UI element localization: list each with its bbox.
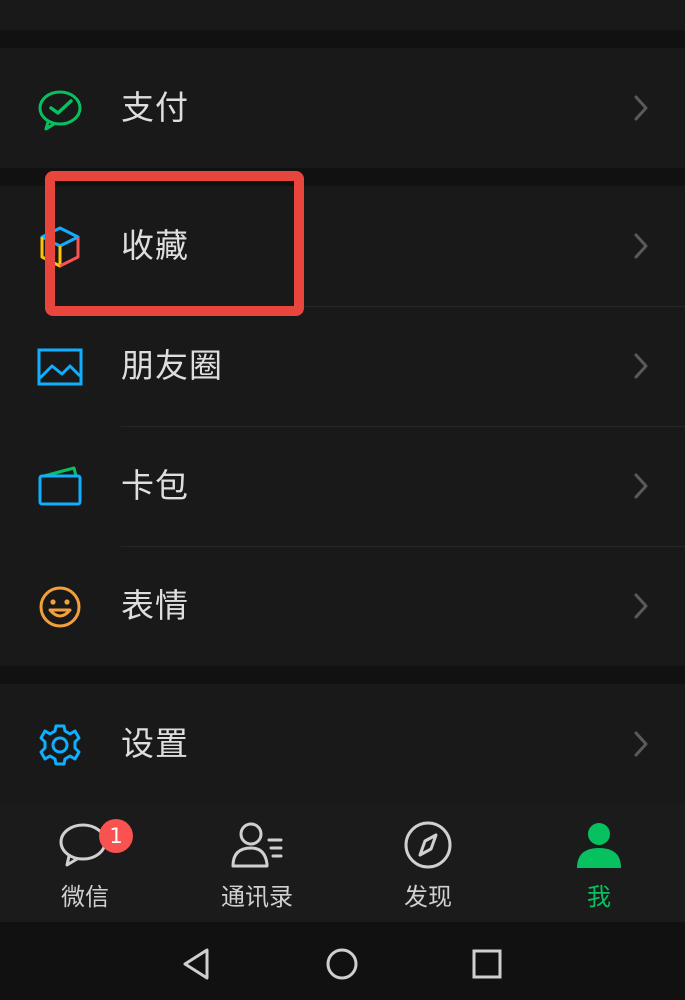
menu-item-label: 朋友圈 [121, 346, 223, 385]
card-wallet-icon [36, 464, 84, 510]
smiley-icon [36, 584, 84, 630]
unread-badge: 1 [99, 819, 133, 853]
tab-chats[interactable]: 1 微信 [15, 818, 155, 918]
compass-icon [400, 820, 456, 870]
chevron-right-icon [633, 232, 649, 260]
chevron-right-icon [633, 352, 649, 380]
menu-item-stickers[interactable]: 表情 [0, 546, 685, 666]
chevron-right-icon [633, 592, 649, 620]
tab-contacts[interactable]: 通讯录 [187, 818, 327, 918]
recents-square-icon[interactable] [467, 944, 507, 984]
menu-item-label: 表情 [121, 586, 189, 625]
moments-image-icon [36, 344, 84, 390]
chevron-right-icon [633, 472, 649, 500]
chevron-right-icon [633, 730, 649, 758]
gear-icon [36, 722, 84, 768]
back-triangle-icon[interactable] [177, 944, 217, 984]
section-pay: 支付 [0, 48, 685, 168]
tab-label: 我 [587, 883, 611, 911]
tab-label: 微信 [61, 883, 109, 911]
menu-item-label: 支付 [121, 88, 189, 127]
menu-item-label: 设置 [121, 724, 189, 763]
menu-item-card-wallet[interactable]: 卡包 [0, 426, 685, 546]
person-icon [571, 820, 627, 870]
tab-label: 通讯录 [221, 883, 293, 911]
system-nav-bar [0, 922, 685, 1000]
menu-item-label: 卡包 [121, 466, 189, 505]
home-circle-icon[interactable] [322, 944, 362, 984]
wallet-check-icon [36, 86, 84, 132]
menu-item-pay[interactable]: 支付 [0, 48, 685, 168]
tab-label: 发现 [404, 883, 452, 911]
tab-bar: 1 微信 通讯录 发现 我 [0, 804, 685, 922]
tab-discover[interactable]: 发现 [358, 818, 498, 918]
contacts-icon [229, 820, 285, 870]
section-settings: 设置 [0, 684, 685, 804]
highlight-box [45, 171, 304, 316]
tab-me[interactable]: 我 [529, 818, 669, 918]
menu-item-moments[interactable]: 朋友圈 [0, 306, 685, 426]
chevron-right-icon [633, 94, 649, 122]
menu-item-settings[interactable]: 设置 [0, 684, 685, 804]
top-strip [0, 0, 685, 30]
